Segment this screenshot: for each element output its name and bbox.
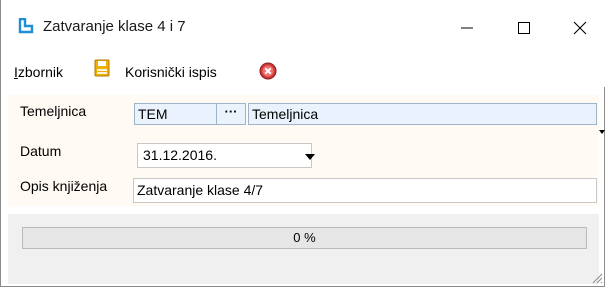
progress-bar: 0 % [22, 227, 587, 249]
form-panel: Temeljnica TEM ··· Temeljnica Datum 31.1… [8, 95, 599, 206]
temeljnica-name-field[interactable]: Temeljnica [248, 103, 597, 125]
menu-bar: Izbornik Korisnički ispis [1, 57, 605, 134]
save-icon[interactable] [94, 59, 110, 77]
minimize-button[interactable] [444, 8, 489, 48]
datum-label: Datum [20, 143, 62, 159]
maximize-button[interactable] [501, 8, 546, 48]
title-bar[interactable]: Zatvaranje klase 4 i 7 [1, 0, 605, 57]
temeljnica-code-input[interactable]: TEM [134, 103, 217, 125]
dialog-window: Zatvaranje klase 4 i 7 Izbornik Korisnič… [0, 0, 605, 287]
temeljnica-lookup-button[interactable]: ··· [217, 103, 246, 125]
menu-overflow-arrow-icon[interactable] [599, 130, 605, 134]
opis-input[interactable]: Zatvaranje klase 4/7 [133, 178, 597, 203]
close-button[interactable] [557, 8, 602, 48]
maximize-icon [517, 22, 530, 34]
resize-grip-icon[interactable] [591, 272, 603, 284]
menu-izbornik[interactable]: Izbornik [14, 64, 63, 80]
menu-izbornik-rest: zbornik [17, 64, 64, 80]
menu-korisnicki-ispis[interactable]: Korisnički ispis [125, 64, 217, 80]
datum-dropdown-arrow-icon[interactable] [305, 154, 315, 160]
datum-input[interactable]: 31.12.2016. [137, 143, 312, 168]
opis-label: Opis knjiženja [20, 178, 108, 194]
temeljnica-label: Temeljnica [20, 103, 87, 119]
minimize-icon [460, 27, 473, 29]
cancel-icon[interactable] [259, 62, 277, 80]
window-title: Zatvaranje klase 4 i 7 [43, 18, 186, 35]
app-window-icon [18, 18, 34, 34]
progress-area: 0 % [8, 214, 599, 284]
close-icon [573, 21, 586, 35]
